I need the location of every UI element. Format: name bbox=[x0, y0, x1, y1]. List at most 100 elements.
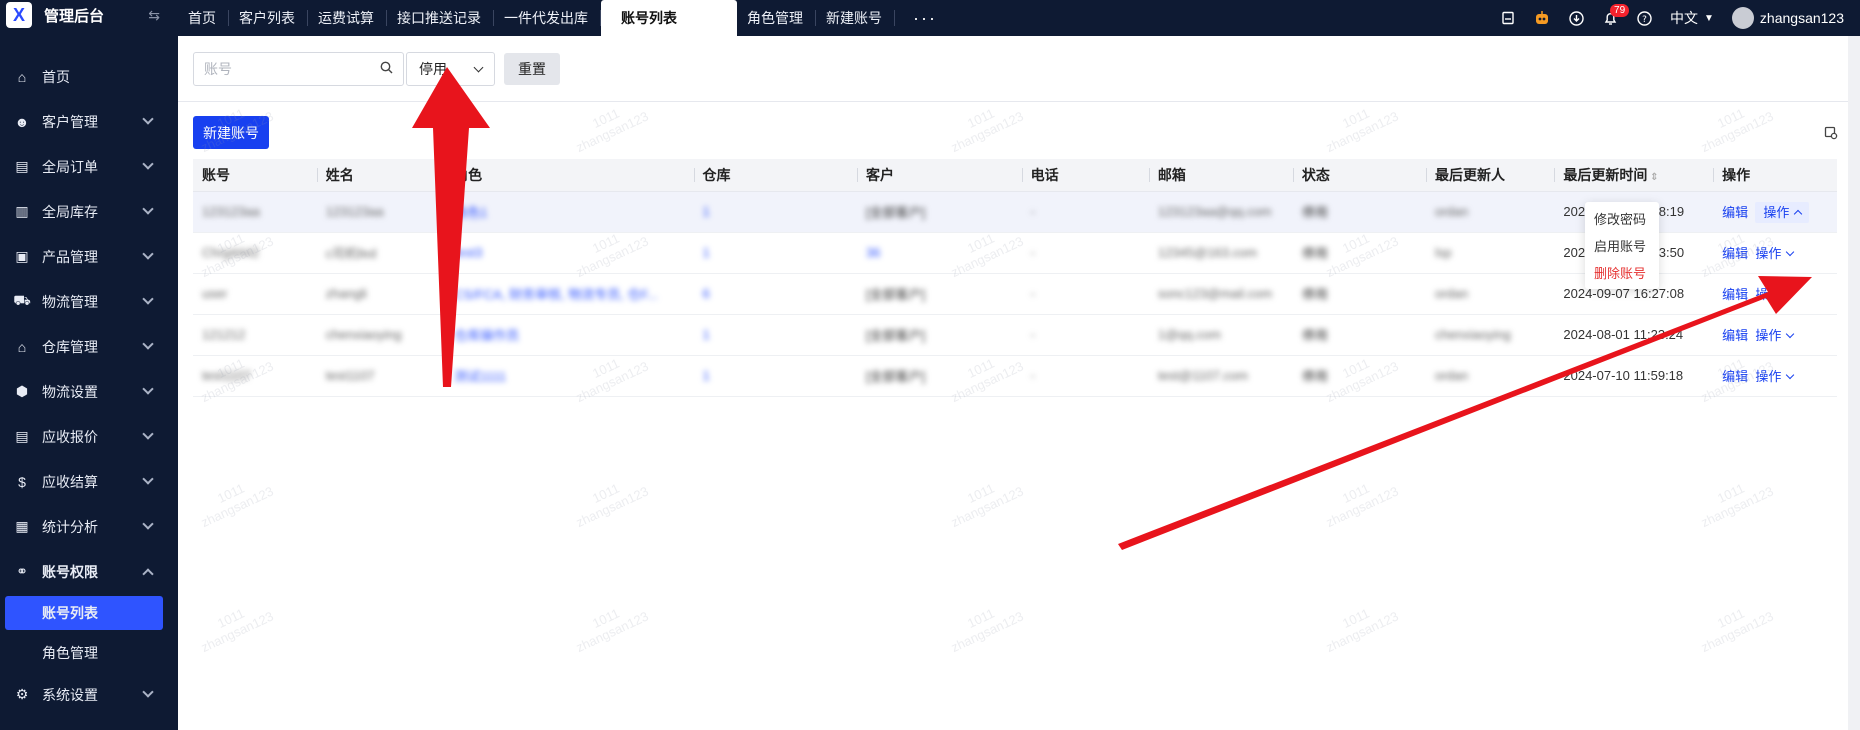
sidebar-item-9[interactable]: $ 应收结算 bbox=[0, 459, 178, 504]
sidebar-item-4[interactable]: ▣ 产品管理 bbox=[0, 234, 178, 279]
sidebar-item-2[interactable]: ▤ 全局订单 bbox=[0, 144, 178, 189]
tab-7[interactable]: 新建账号 bbox=[816, 10, 895, 26]
sidebar-item-after-1[interactable]: ✎工具模块 bbox=[0, 717, 178, 730]
column-header: 最后更新人 bbox=[1425, 159, 1555, 192]
cell-customer: [全部客户] bbox=[865, 205, 926, 220]
app-title: 管理后台 bbox=[44, 7, 105, 25]
sidebar-item-5[interactable]: ⛟ 物流管理 bbox=[0, 279, 178, 324]
chevron-up-icon bbox=[142, 568, 154, 580]
language-select[interactable]: 中文 ▼ bbox=[1670, 8, 1714, 28]
sidebar-item-1[interactable]: ☻ 客户管理 bbox=[0, 99, 178, 144]
filter-bar: 账号 停用 重置 bbox=[178, 36, 1848, 102]
chevron-down-icon bbox=[142, 338, 154, 350]
settings-icon: ⚙ bbox=[15, 686, 29, 702]
cell-account: 121212 bbox=[202, 327, 246, 342]
help-icon[interactable]: ? bbox=[1636, 10, 1652, 26]
operation-menu-button[interactable]: 操作 bbox=[1755, 202, 1810, 223]
column-header: 仓库 bbox=[693, 159, 857, 192]
cell-updated-time: 2024-07-10 11:59:18 bbox=[1563, 368, 1684, 383]
cell-updater: lsp bbox=[1434, 245, 1452, 260]
collapse-sidebar-icon[interactable]: ⇆ bbox=[148, 7, 160, 24]
operation-menu-button[interactable]: 操作 bbox=[1755, 287, 1795, 302]
cell-account: user bbox=[202, 286, 228, 301]
cell-email: 123123aa@qq.com bbox=[1157, 204, 1272, 219]
sidebar-item-3[interactable]: ▥ 全局库存 bbox=[0, 189, 178, 234]
main-area: 账号 停用 重置 新建账号 账号 姓名 角色 仓库 客户 电话 邮箱 状态 最后更新人 最后更新时… bbox=[178, 36, 1848, 730]
content-panel: 新建账号 账号 姓名 角色 仓库 客户 电话 邮箱 状态 最后更新人 最后更新时间 ⇕ 操作 123… bbox=[178, 102, 1848, 730]
column-settings-icon[interactable] bbox=[1824, 126, 1838, 143]
account-search-input[interactable]: 账号 bbox=[193, 52, 404, 86]
column-header[interactable]: 最后更新时间 ⇕ bbox=[1554, 159, 1714, 192]
user-menu[interactable]: zhangsan123 bbox=[1731, 7, 1844, 29]
tab-6[interactable]: 角色管理 bbox=[737, 10, 816, 26]
cell-role: 角色1 bbox=[454, 205, 488, 220]
operation-menu-button[interactable]: 操作 bbox=[1755, 328, 1795, 343]
edit-link[interactable]: 编辑 bbox=[1722, 205, 1748, 220]
change-password-item[interactable]: 修改密码 bbox=[1585, 205, 1659, 232]
sidebar-item-11[interactable]: ⚭ 账号权限 bbox=[0, 549, 178, 594]
sidebar-item-6[interactable]: ⌂ 仓库管理 bbox=[0, 324, 178, 369]
home-icon: ⌂ bbox=[17, 68, 27, 85]
edit-link[interactable]: 编辑 bbox=[1722, 287, 1748, 302]
sidebar-item-7[interactable]: ⬢ 物流设置 bbox=[0, 369, 178, 414]
robot-icon[interactable] bbox=[1534, 10, 1550, 26]
cell-name: test1107 bbox=[325, 368, 375, 383]
enable-account-item[interactable]: 启用账号 bbox=[1585, 232, 1659, 259]
bell-icon[interactable]: 79 bbox=[1602, 4, 1630, 26]
tab-3[interactable]: 接口推送记录 bbox=[387, 10, 494, 26]
sidebar-item-0[interactable]: ⌂ 首页 bbox=[0, 54, 178, 99]
cell-role: 仓库操作员 bbox=[454, 328, 520, 343]
column-header-label: 最后更新人 bbox=[1434, 166, 1505, 183]
cell-role: CS/FCA, 财务审核, 物流专员, 仓F... bbox=[454, 287, 658, 302]
chevron-down-icon bbox=[142, 158, 154, 170]
tab-5[interactable]: 账号列表 bbox=[601, 0, 737, 36]
more-tabs-button[interactable]: ··· bbox=[895, 0, 955, 36]
cell-role: 测试1111 bbox=[454, 369, 507, 384]
edit-link[interactable]: 编辑 bbox=[1722, 246, 1748, 261]
download-icon[interactable] bbox=[1568, 10, 1584, 26]
reset-button[interactable]: 重置 bbox=[504, 53, 560, 85]
chevron-down-icon bbox=[142, 428, 154, 440]
cell-account: test1107 bbox=[202, 368, 251, 383]
sidebar-subitem-1[interactable]: 角色管理 bbox=[0, 634, 178, 672]
cell-phone: - bbox=[1030, 286, 1035, 301]
operation-menu-button[interactable]: 操作 bbox=[1755, 246, 1795, 261]
column-header: 操作 bbox=[1713, 159, 1837, 192]
sidebar-item-label: 首页 bbox=[42, 68, 70, 85]
cell-warehouse: 1 bbox=[702, 327, 710, 342]
operation-label: 操作 bbox=[1755, 287, 1782, 302]
cell-account: 123123aa bbox=[202, 204, 260, 219]
sidebar-item-label: 全局订单 bbox=[42, 158, 98, 175]
delete-account-item[interactable]: 删除账号 bbox=[1585, 259, 1659, 286]
tab-2[interactable]: 运费试算 bbox=[308, 10, 387, 26]
column-header: 姓名 bbox=[316, 159, 446, 192]
chevron-down-icon bbox=[142, 293, 154, 305]
box-settings-icon: ⬢ bbox=[15, 383, 29, 399]
operation-menu-button[interactable]: 操作 bbox=[1755, 369, 1795, 384]
cell-email: 12345@163.com bbox=[1157, 245, 1258, 260]
sort-icon[interactable]: ⇕ bbox=[1647, 172, 1658, 183]
new-account-button[interactable]: 新建账号 bbox=[193, 116, 269, 149]
tab-1[interactable]: 客户列表 bbox=[229, 10, 308, 26]
truck-icon: ⛟ bbox=[13, 292, 31, 308]
edit-link[interactable]: 编辑 bbox=[1722, 328, 1748, 343]
chevron-down-icon bbox=[142, 203, 154, 215]
search-icon[interactable] bbox=[380, 61, 393, 77]
edit-link[interactable]: 编辑 bbox=[1722, 369, 1748, 384]
sidebar-subitem-0[interactable]: 账号列表 bbox=[5, 596, 163, 630]
column-header: 邮箱 bbox=[1148, 159, 1293, 192]
chevron-down-icon bbox=[142, 383, 154, 395]
sidebar-item-10[interactable]: ▦ 统计分析 bbox=[0, 504, 178, 549]
sidebar-item-after-0[interactable]: ⚙ 系统设置 bbox=[0, 672, 178, 717]
tab-0[interactable]: 首页 bbox=[178, 10, 229, 26]
table-row: test1107 test1107 测试1111 1 [全部客户] - test@1107.… bbox=[193, 355, 1837, 397]
clipboard-icon[interactable] bbox=[1500, 10, 1516, 26]
tab-4[interactable]: 一件代发出库 bbox=[494, 10, 601, 26]
status-select[interactable]: 停用 bbox=[406, 52, 495, 86]
quote-icon: ▤ bbox=[15, 428, 29, 444]
sidebar-item-label: 账号权限 bbox=[42, 563, 98, 580]
cell-updated-time: 2024-08-01 11:23:24 bbox=[1563, 327, 1684, 342]
column-header: 客户 bbox=[856, 159, 1022, 192]
sidebar-item-label: 全局库存 bbox=[42, 203, 98, 220]
sidebar-item-8[interactable]: ▤ 应收报价 bbox=[0, 414, 178, 459]
